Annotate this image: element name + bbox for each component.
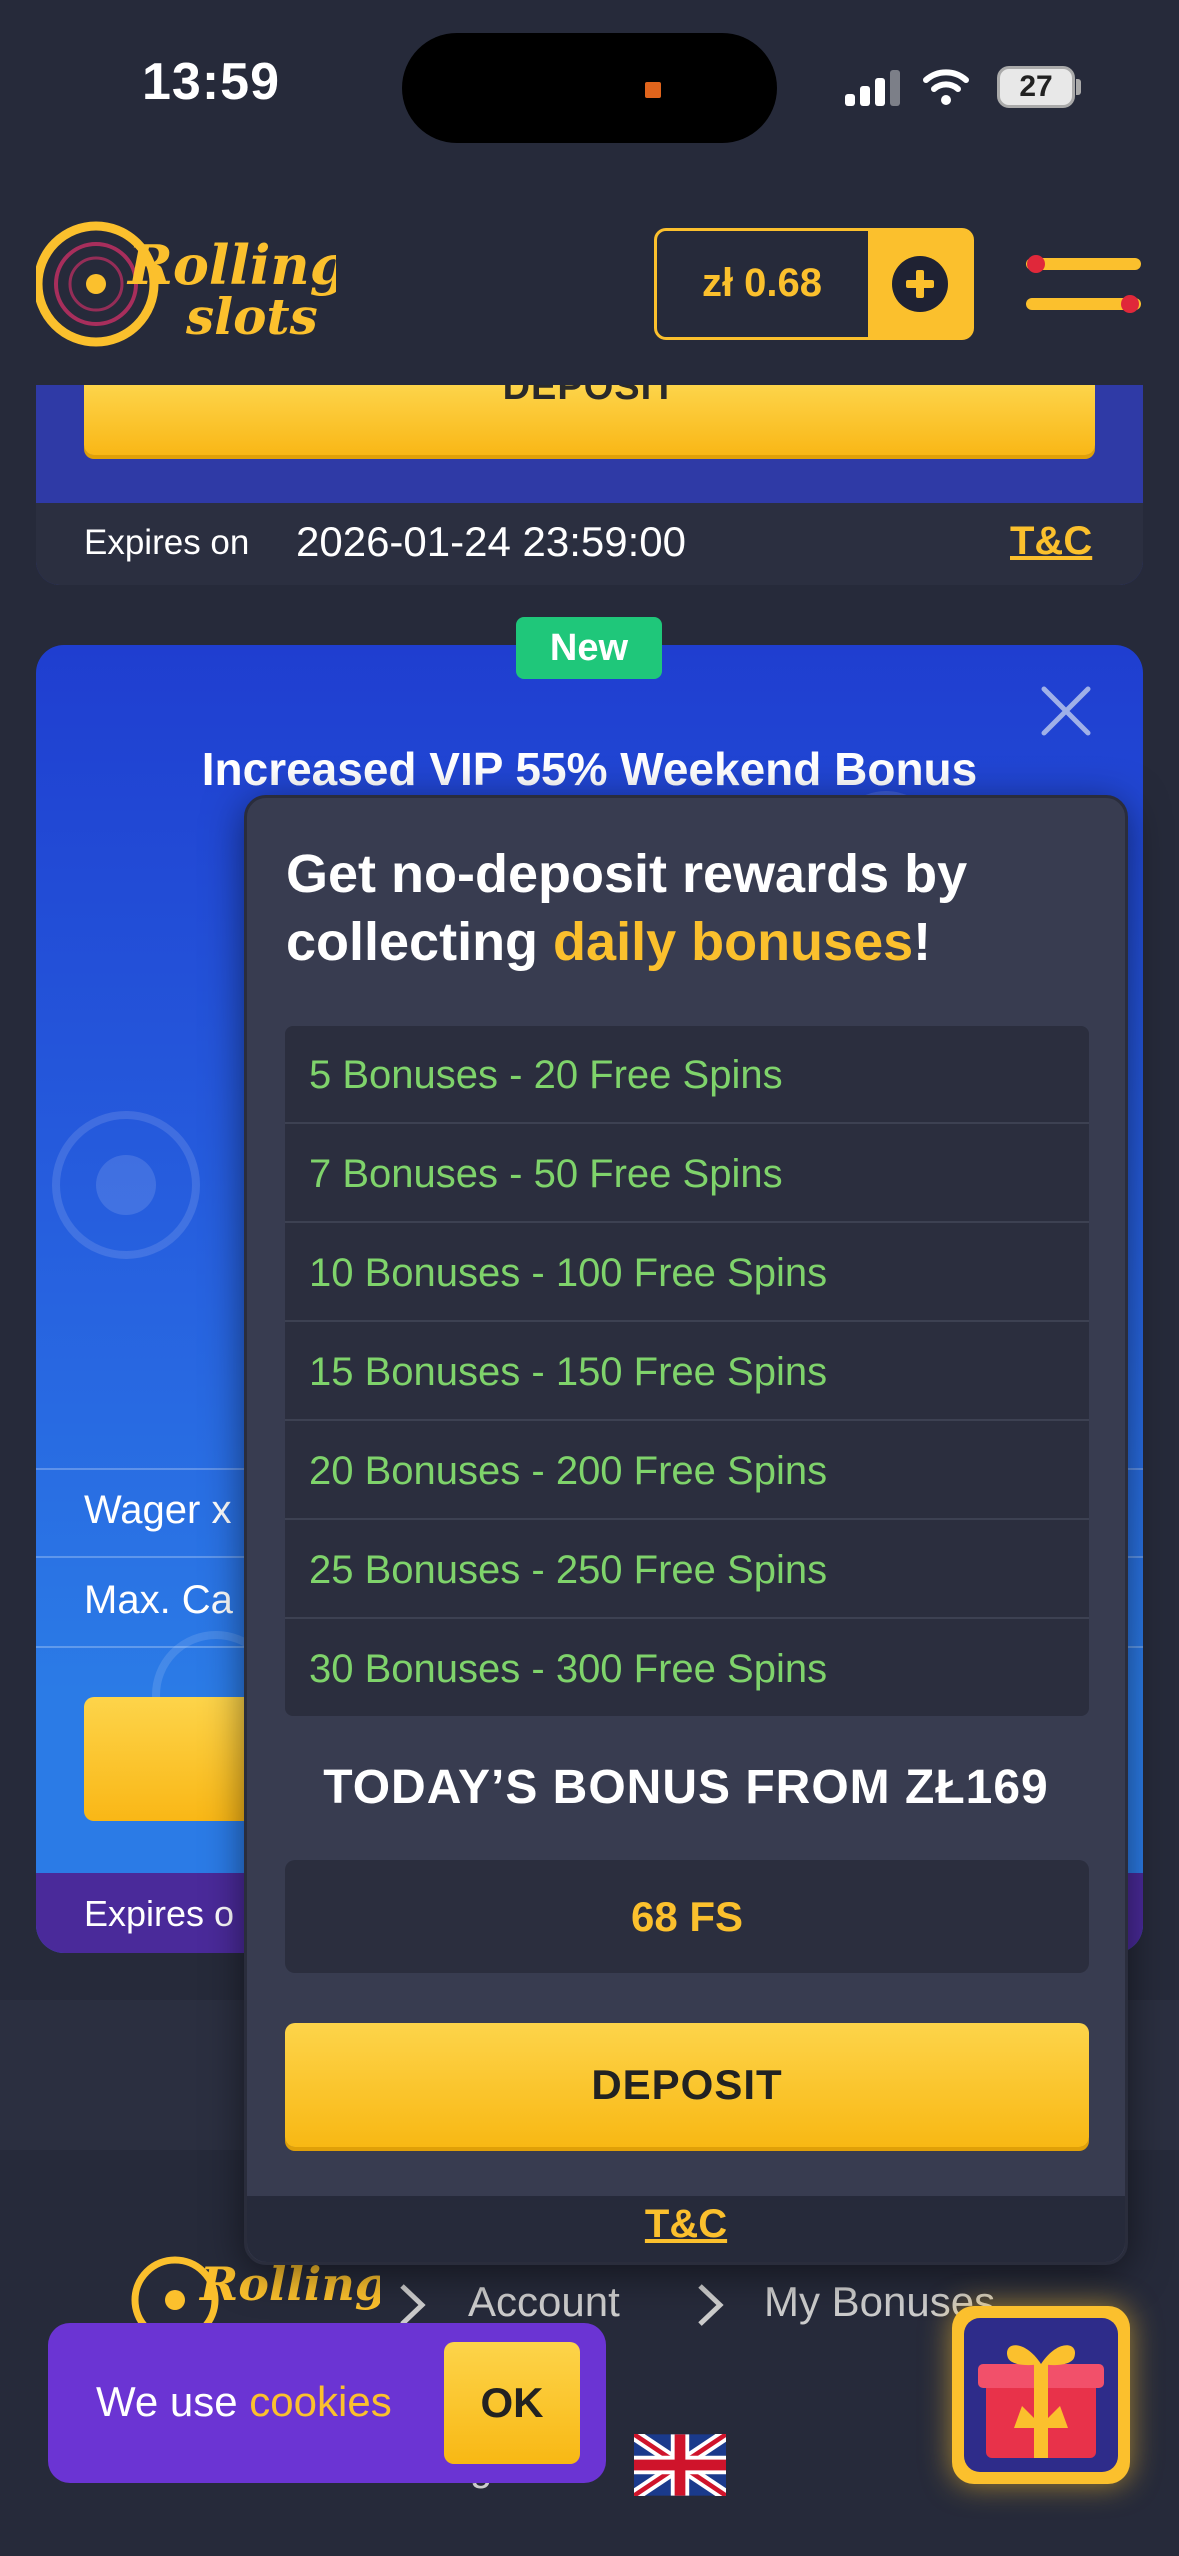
gift-icon[interactable] (964, 2318, 1118, 2472)
reward-item: 7 Bonuses - 50 Free Spins (285, 1125, 1089, 1223)
max-cashout-label: Max. Ca (84, 1578, 233, 1622)
balance-amount[interactable]: zł 0.68 (656, 230, 868, 336)
add-funds-button[interactable] (868, 230, 972, 338)
bonus-title: Increased VIP 55% Weekend Bonus (201, 743, 978, 795)
uk-flag-icon[interactable] (634, 2434, 726, 2496)
svg-text:slots: slots (185, 287, 318, 346)
modal-tc-link[interactable]: T&C (244, 2202, 1128, 2247)
hamburger-menu-icon[interactable] (1020, 250, 1145, 320)
status-time: 13:59 (142, 53, 280, 111)
rewards-list: 5 Bonuses - 20 Free Spins 7 Bonuses - 50… (285, 1026, 1089, 1716)
svg-text:Rolling: Rolling (198, 2257, 380, 2311)
wifi-icon (923, 69, 969, 105)
modal-title: Get no-deposit rewards by collecting dai… (286, 844, 968, 972)
expires-label: Expires on (84, 523, 250, 562)
cookie-text: We use cookies (96, 2378, 392, 2425)
dynamic-island (402, 33, 777, 143)
breadcrumb-account[interactable]: Account (468, 2278, 620, 2326)
reward-item: 25 Bonuses - 250 Free Spins (285, 1521, 1089, 1619)
new-badge: New (516, 617, 662, 679)
todays-bonus-heading: TODAY’S BONUS FROM ZŁ169 (323, 1761, 1049, 1814)
reward-item: 5 Bonuses - 20 Free Spins (285, 1026, 1089, 1124)
battery-cap (1076, 79, 1081, 95)
battery-icon: 27 (997, 66, 1075, 108)
chevron-right-icon (698, 2284, 724, 2326)
reward-item: 20 Bonuses - 200 Free Spins (285, 1422, 1089, 1520)
signal-icon (845, 70, 901, 106)
recording-indicator (645, 82, 661, 98)
cookies-link[interactable]: cookies (249, 2378, 391, 2425)
rolling-slots-logo[interactable]: Rolling slots (36, 212, 336, 357)
cookie-ok-button[interactable]: OK (444, 2342, 580, 2464)
close-icon[interactable] (1040, 685, 1092, 737)
reward-item: 10 Bonuses - 100 Free Spins (285, 1224, 1089, 1322)
plus-circle-icon (892, 256, 948, 312)
reward-item: 30 Bonuses - 300 Free Spins (309, 1647, 828, 1691)
vip-expires-label: Expires o (84, 1893, 235, 1934)
wager-label: Wager x (84, 1488, 232, 1532)
tc-link[interactable]: T&C (1010, 519, 1092, 564)
deposit-button-label[interactable]: DEPOSIT (285, 2023, 1089, 2147)
modal-title-highlight: daily bonuses (553, 912, 914, 972)
reward-item: 15 Bonuses - 150 Free Spins (285, 1323, 1089, 1421)
expires-date: 2026-01-24 23:59:00 (296, 518, 686, 565)
free-spins-value: 68 FS (630, 1893, 744, 1940)
